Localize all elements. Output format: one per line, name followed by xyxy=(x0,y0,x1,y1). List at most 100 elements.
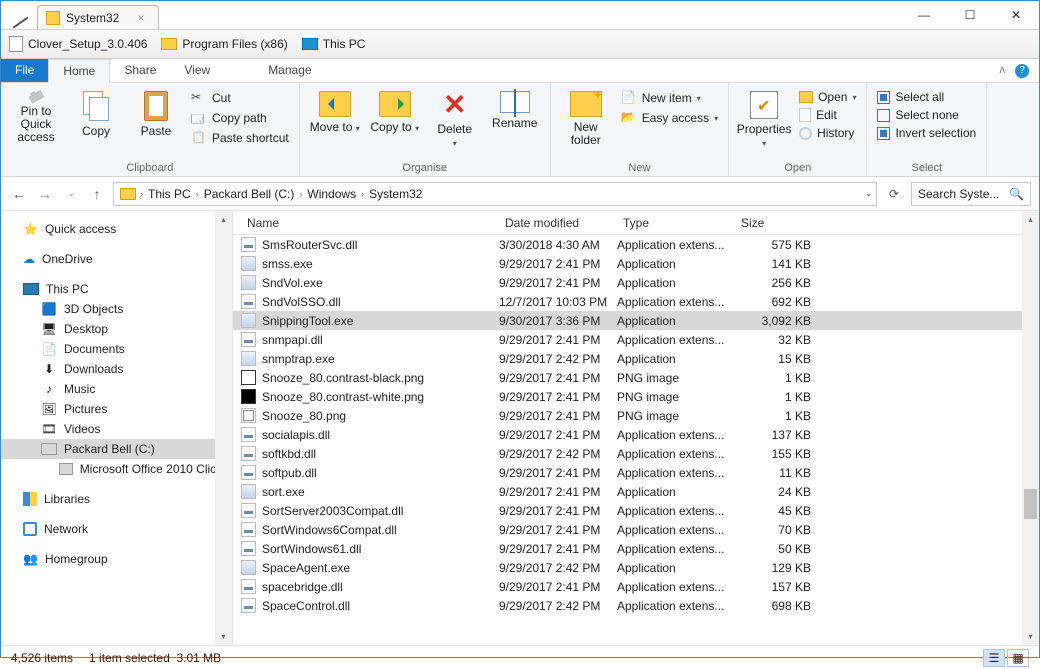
paste-button[interactable]: Paste xyxy=(129,87,183,160)
bookmark-item[interactable]: Clover_Setup_3.0.406 xyxy=(9,36,147,52)
file-row[interactable]: Snooze_80.png9/29/2017 2:41 PMPNG image1… xyxy=(233,406,1039,425)
button-label: Select all xyxy=(895,90,944,104)
move-to-button[interactable]: Move to ▾ xyxy=(308,87,362,160)
file-row[interactable]: spacebridge.dll9/29/2017 2:41 PMApplicat… xyxy=(233,577,1039,596)
breadcrumb[interactable]: This PC xyxy=(145,187,194,201)
maximize-button[interactable]: ☐ xyxy=(947,1,993,29)
file-type: Application extens... xyxy=(617,447,735,461)
tab-share[interactable]: Share xyxy=(110,59,170,82)
browser-tab[interactable]: System32 × xyxy=(37,5,159,29)
close-tab-icon[interactable]: × xyxy=(137,11,144,25)
new-folder-button[interactable]: New folder xyxy=(559,87,613,160)
help-icon[interactable]: ? xyxy=(1015,64,1029,78)
copy-to-button[interactable]: Copy to ▾ xyxy=(368,87,422,160)
nav-onedrive[interactable]: ☁OneDrive xyxy=(1,249,232,269)
address-dropdown-icon[interactable]: ⌄ xyxy=(865,189,872,198)
copy-path-button[interactable]: 🗔Copy path xyxy=(189,109,291,127)
minimize-button[interactable]: — xyxy=(901,1,947,29)
up-button[interactable]: ↑ xyxy=(87,186,107,202)
file-row[interactable]: SpaceControl.dll9/29/2017 2:42 PMApplica… xyxy=(233,596,1039,615)
file-row[interactable]: snmpapi.dll9/29/2017 2:41 PMApplication … xyxy=(233,330,1039,349)
settings-icon[interactable] xyxy=(3,3,28,28)
file-row[interactable]: SpaceAgent.exe9/29/2017 2:42 PMApplicati… xyxy=(233,558,1039,577)
cut-icon: ✂ xyxy=(191,90,207,106)
file-row[interactable]: Snooze_80.contrast-black.png9/29/2017 2:… xyxy=(233,368,1039,387)
nav-item[interactable]: ⬇Downloads xyxy=(1,359,232,379)
tab-file[interactable]: File xyxy=(1,59,48,82)
nav-item[interactable]: 🟦3D Objects xyxy=(1,299,232,319)
nav-item[interactable]: 📄Documents xyxy=(1,339,232,359)
open-button[interactable]: Open ▾ xyxy=(797,89,858,105)
copy-button[interactable]: Copy xyxy=(69,87,123,160)
file-row[interactable]: SmsRouterSvc.dll3/30/2018 4:30 AMApplica… xyxy=(233,235,1039,254)
button-label: Move to xyxy=(310,120,353,134)
file-type: Application xyxy=(617,314,735,328)
file-icon xyxy=(241,313,256,328)
col-size[interactable]: Size xyxy=(735,216,811,230)
tab-view[interactable]: View xyxy=(170,59,224,82)
nav-item[interactable]: 🎞Videos xyxy=(1,419,232,439)
properties-button[interactable]: Properties▾ xyxy=(737,87,791,160)
invert-selection-button[interactable]: Invert selection xyxy=(875,125,978,141)
nav-scrollbar[interactable]: ▴▾ xyxy=(215,211,232,645)
main-area: ⭐Quick access ☁OneDrive This PC 🟦3D Obje… xyxy=(1,211,1039,645)
nav-homegroup[interactable]: 👥Homegroup xyxy=(1,549,232,569)
nav-item[interactable]: ♪Music xyxy=(1,379,232,399)
file-size: 256 KB xyxy=(735,276,811,290)
tab-manage[interactable]: Manage xyxy=(254,59,325,82)
file-size: 32 KB xyxy=(735,333,811,347)
col-date[interactable]: Date modified xyxy=(499,216,617,230)
refresh-button[interactable]: ⟳ xyxy=(883,187,905,201)
cut-button[interactable]: ✂Cut xyxy=(189,89,291,107)
file-row[interactable]: SortWindows6Compat.dll9/29/2017 2:41 PMA… xyxy=(233,520,1039,539)
easy-access-button[interactable]: 📂Easy access ▾ xyxy=(619,109,720,127)
file-row[interactable]: sort.exe9/29/2017 2:41 PMApplication24 K… xyxy=(233,482,1039,501)
nav-drive[interactable]: Packard Bell (C:) xyxy=(1,439,232,459)
close-button[interactable]: ✕ xyxy=(993,1,1039,29)
new-item-button[interactable]: 📄New item ▾ xyxy=(619,89,720,107)
file-row[interactable]: softkbd.dll9/29/2017 2:42 PMApplication … xyxy=(233,444,1039,463)
nav-this-pc[interactable]: This PC xyxy=(1,279,232,299)
nav-office[interactable]: Microsoft Office 2010 Click-to-Run xyxy=(1,459,232,479)
nav-item[interactable]: 🖥Desktop xyxy=(1,319,232,339)
file-name: SndVolSSO.dll xyxy=(262,295,341,309)
rename-button[interactable]: Rename xyxy=(488,87,542,160)
breadcrumb[interactable]: System32 xyxy=(366,187,425,201)
file-row[interactable]: Snooze_80.contrast-white.png9/29/2017 2:… xyxy=(233,387,1039,406)
file-date: 9/29/2017 2:41 PM xyxy=(499,466,617,480)
back-button[interactable]: ← xyxy=(9,186,29,202)
select-all-button[interactable]: Select all xyxy=(875,89,978,105)
file-row[interactable]: SortServer2003Compat.dll9/29/2017 2:41 P… xyxy=(233,501,1039,520)
file-row[interactable]: SortWindows61.dll9/29/2017 2:41 PMApplic… xyxy=(233,539,1039,558)
file-row[interactable]: snmptrap.exe9/29/2017 2:42 PMApplication… xyxy=(233,349,1039,368)
file-row[interactable]: smss.exe9/29/2017 2:41 PMApplication141 … xyxy=(233,254,1039,273)
button-label: Properties xyxy=(737,122,792,136)
bookmark-item[interactable]: This PC xyxy=(302,37,366,51)
breadcrumb[interactable]: Windows xyxy=(304,187,359,201)
nav-quick-access[interactable]: ⭐Quick access xyxy=(1,219,232,239)
nav-libraries[interactable]: Libraries xyxy=(1,489,232,509)
nav-item[interactable]: 🖼Pictures xyxy=(1,399,232,419)
delete-button[interactable]: ✕ Delete▾ xyxy=(428,87,482,160)
button-label: History xyxy=(817,126,854,140)
collapse-ribbon-icon[interactable]: ᐱ xyxy=(1000,66,1005,75)
file-row[interactable]: softpub.dll9/29/2017 2:41 PMApplication … xyxy=(233,463,1039,482)
file-name: spacebridge.dll xyxy=(262,580,343,594)
file-row[interactable]: SndVolSSO.dll12/7/2017 10:03 PMApplicati… xyxy=(233,292,1039,311)
col-type[interactable]: Type xyxy=(617,216,735,230)
bookmark-item[interactable]: Program Files (x86) xyxy=(161,37,287,51)
file-row[interactable]: socialapis.dll9/29/2017 2:41 PMApplicati… xyxy=(233,425,1039,444)
nav-network[interactable]: Network xyxy=(1,519,232,539)
scrollbar-thumb[interactable] xyxy=(1024,489,1037,519)
tab-home[interactable]: Home xyxy=(48,59,110,83)
select-none-button[interactable]: Select none xyxy=(875,107,978,123)
file-name: Snooze_80.contrast-black.png xyxy=(262,371,424,385)
col-name[interactable]: Name xyxy=(241,216,499,230)
address-bar[interactable]: › This PC› Packard Bell (C:)› Windows› S… xyxy=(113,182,877,206)
breadcrumb[interactable]: Packard Bell (C:) xyxy=(201,187,298,201)
search-input[interactable]: Search Syste... 🔍 xyxy=(911,182,1031,206)
file-scrollbar[interactable]: ▴▾ xyxy=(1022,211,1039,645)
file-row[interactable]: SnippingTool.exe9/30/2017 3:36 PMApplica… xyxy=(233,311,1039,330)
recent-dropdown[interactable]: ⌄ xyxy=(61,188,81,199)
file-row[interactable]: SndVol.exe9/29/2017 2:41 PMApplication25… xyxy=(233,273,1039,292)
